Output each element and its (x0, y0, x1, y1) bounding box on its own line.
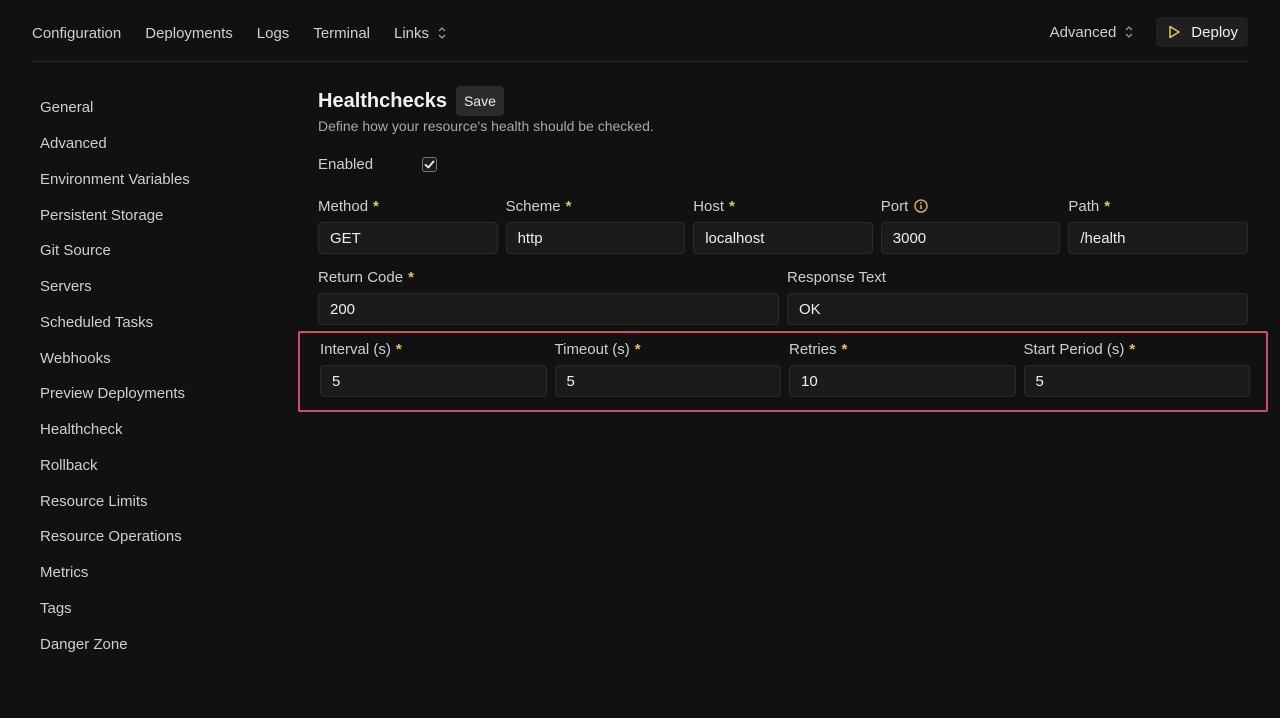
scheme-label-wrap: Scheme * (506, 196, 686, 216)
enabled-row: Enabled (318, 156, 437, 173)
save-button[interactable]: Save (455, 86, 504, 116)
main-nav: Configuration Deployments Logs Terminal … (32, 23, 471, 43)
advanced-dropdown-label: Advanced (1049, 23, 1117, 41)
timeout-label-wrap: Timeout (s) * (555, 339, 782, 359)
healthchecks-panel: Healthchecks Save Define how your resour… (318, 86, 1248, 325)
host-label: Host (693, 197, 725, 215)
sidebar-item-rollback[interactable]: Rollback (40, 448, 280, 484)
host-label-wrap: Host * (693, 196, 873, 216)
sidebar-item-git-source[interactable]: Git Source (40, 233, 280, 269)
method-field: Method * GET (318, 196, 498, 254)
required-marker: * (729, 197, 735, 215)
interval-field: Interval (s) * 5 (320, 339, 547, 397)
start-period-label-wrap: Start Period (s) * (1024, 339, 1251, 359)
return-code-label: Return Code (318, 268, 404, 286)
start-period-input[interactable]: 5 (1023, 365, 1250, 397)
nav-deployments[interactable]: Deployments (145, 23, 233, 43)
sidebar-item-resource-limits[interactable]: Resource Limits (40, 483, 280, 519)
return-code-input[interactable]: 200 (318, 293, 779, 325)
scheme-input[interactable]: http (505, 222, 686, 254)
nav-terminal[interactable]: Terminal (313, 23, 370, 43)
required-marker: * (395, 340, 402, 358)
retries-label-wrap: Retries * (789, 339, 1016, 359)
port-label: Port (880, 197, 909, 215)
top-right-controls: Advanced Deploy (1050, 17, 1248, 47)
sidebar-item-resource-operations[interactable]: Resource Operations (40, 519, 280, 555)
response-text-label-wrap: Response Text (787, 267, 1248, 287)
path-label: Path (1068, 197, 1100, 215)
chevron-up-down-icon (1125, 26, 1133, 38)
return-code-label-wrap: Return Code * (318, 267, 779, 287)
response-fields-row: Return Code * 200 Response Text OK (318, 267, 1248, 325)
timing-fields-row: Interval (s) * 5 Timeout (s) * 5 Retries… (320, 339, 1250, 397)
checkmark-icon (424, 160, 435, 169)
interval-input[interactable]: 5 (320, 365, 547, 397)
sidebar-item-tags[interactable]: Tags (40, 591, 280, 627)
page-description: Define how your resource's health should… (318, 118, 654, 134)
nav-logs[interactable]: Logs (257, 23, 290, 43)
nav-links-label: Links (394, 24, 430, 42)
play-icon (1169, 25, 1181, 39)
required-marker: * (565, 197, 572, 215)
deploy-button-label: Deploy (1191, 23, 1238, 41)
interval-label: Interval (s) (320, 340, 391, 358)
deploy-button[interactable]: Deploy (1156, 17, 1248, 47)
title-row: Healthchecks Save (318, 86, 1248, 116)
interval-label-wrap: Interval (s) * (320, 339, 547, 359)
enabled-checkbox[interactable] (422, 157, 437, 172)
required-marker: * (408, 268, 414, 286)
required-marker: * (1129, 340, 1136, 358)
timeout-label: Timeout (s) (554, 340, 630, 358)
response-text-label: Response Text (787, 268, 886, 286)
method-label: Method (318, 197, 369, 215)
sidebar-item-environment-variables[interactable]: Environment Variables (40, 162, 280, 198)
method-label-wrap: Method * (318, 196, 498, 216)
path-label-wrap: Path * (1068, 196, 1248, 216)
path-field: Path * /health (1068, 196, 1248, 254)
required-marker: * (1104, 197, 1111, 215)
chevron-up-down-icon (438, 27, 446, 39)
advanced-dropdown[interactable]: Advanced (1050, 24, 1135, 41)
start-period-label: Start Period (s) (1023, 340, 1125, 358)
top-navigation: Configuration Deployments Logs Terminal … (32, 0, 1248, 62)
timeout-input[interactable]: 5 (554, 365, 781, 397)
page-title: Healthchecks (318, 89, 447, 112)
scheme-label: Scheme (505, 197, 561, 215)
start-period-field: Start Period (s) * 5 (1023, 339, 1251, 397)
required-marker: * (373, 197, 379, 215)
sidebar-item-metrics[interactable]: Metrics (40, 555, 280, 591)
nav-links-dropdown[interactable]: Links (394, 23, 447, 43)
host-field: Host * localhost (693, 196, 873, 254)
retries-label: Retries (789, 340, 837, 358)
response-text-field: Response Text OK (787, 267, 1248, 325)
sidebar-item-danger-zone[interactable]: Danger Zone (40, 626, 280, 662)
port-field: Port 3000 (880, 196, 1061, 254)
connection-fields-row: Method * GET Scheme * http Host * localh… (318, 196, 1248, 254)
enabled-label: Enabled (318, 156, 374, 173)
timeout-field: Timeout (s) * 5 (554, 339, 782, 397)
required-marker: * (634, 340, 641, 358)
sidebar-item-advanced[interactable]: Advanced (40, 126, 280, 162)
retries-field: Retries * 10 (789, 339, 1016, 397)
nav-configuration[interactable]: Configuration (32, 23, 121, 43)
port-input[interactable]: 3000 (880, 222, 1061, 254)
sidebar-item-healthcheck[interactable]: Healthcheck (40, 412, 280, 448)
return-code-field: Return Code * 200 (318, 267, 779, 325)
sidebar-item-webhooks[interactable]: Webhooks (40, 340, 280, 376)
info-icon[interactable] (914, 199, 928, 213)
retries-input[interactable]: 10 (789, 365, 1016, 397)
path-input[interactable]: /health (1068, 222, 1248, 254)
settings-sidebar: General Advanced Environment Variables P… (40, 90, 280, 662)
port-label-wrap: Port (881, 196, 1061, 216)
response-text-input[interactable]: OK (787, 293, 1248, 325)
sidebar-item-general[interactable]: General (40, 90, 280, 126)
sidebar-item-preview-deployments[interactable]: Preview Deployments (40, 376, 280, 412)
sidebar-item-servers[interactable]: Servers (40, 269, 280, 305)
sidebar-item-persistent-storage[interactable]: Persistent Storage (40, 197, 280, 233)
scheme-field: Scheme * http (505, 196, 686, 254)
required-marker: * (841, 340, 848, 358)
host-input[interactable]: localhost (693, 222, 873, 254)
method-input[interactable]: GET (318, 222, 498, 254)
sidebar-item-scheduled-tasks[interactable]: Scheduled Tasks (40, 305, 280, 341)
